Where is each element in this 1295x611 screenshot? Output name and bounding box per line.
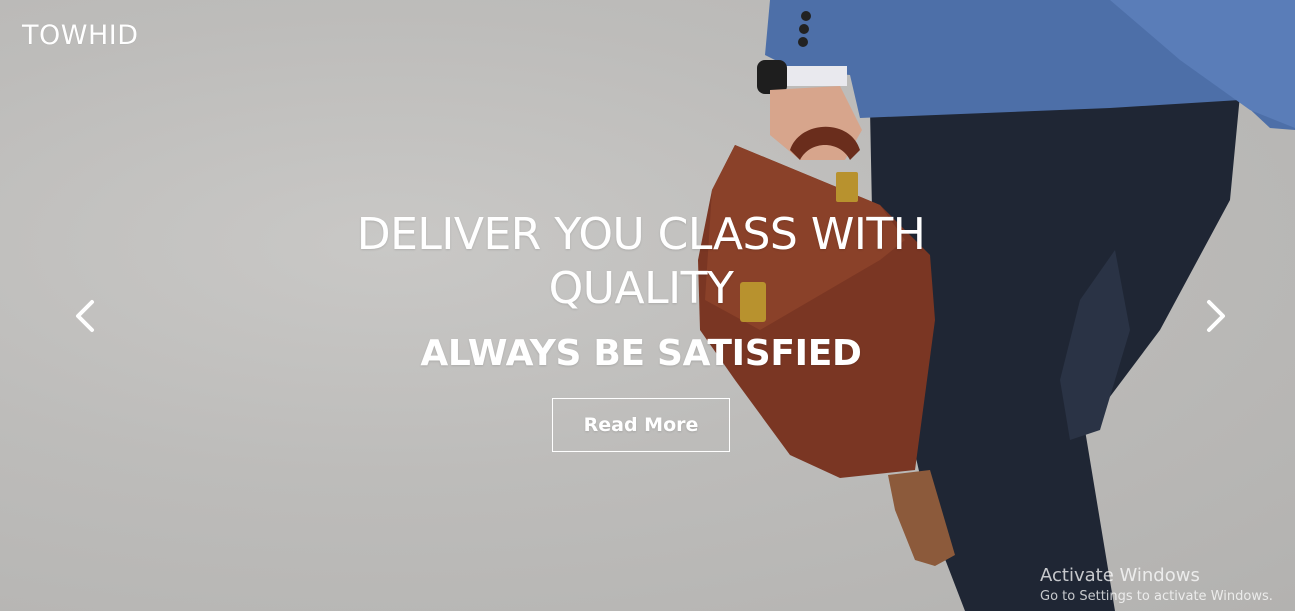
slide-caption: DELIVER YOU CLASS WITH QUALITY ALWAYS BE…	[280, 208, 1002, 452]
chevron-right-icon	[1207, 300, 1225, 332]
watermark-subtitle: Go to Settings to activate Windows.	[1040, 589, 1273, 604]
watermark-title: Activate Windows	[1040, 565, 1200, 586]
carousel-prev-button[interactable]	[64, 296, 104, 336]
hero-slider: TOWHID DELIVER YOU CLASS WITH QUALITY AL…	[0, 0, 1295, 611]
slide-subheadline: ALWAYS BE SATISFIED	[420, 333, 862, 374]
read-more-button[interactable]: Read More	[552, 398, 730, 452]
slide-headline: DELIVER YOU CLASS WITH QUALITY	[356, 209, 926, 314]
chevron-left-icon	[76, 300, 94, 332]
site-logo[interactable]: TOWHID	[22, 20, 139, 51]
carousel-next-button[interactable]	[1197, 296, 1237, 336]
windows-activation-watermark: Activate Windows Go to Settings to activ…	[1040, 566, 1273, 608]
